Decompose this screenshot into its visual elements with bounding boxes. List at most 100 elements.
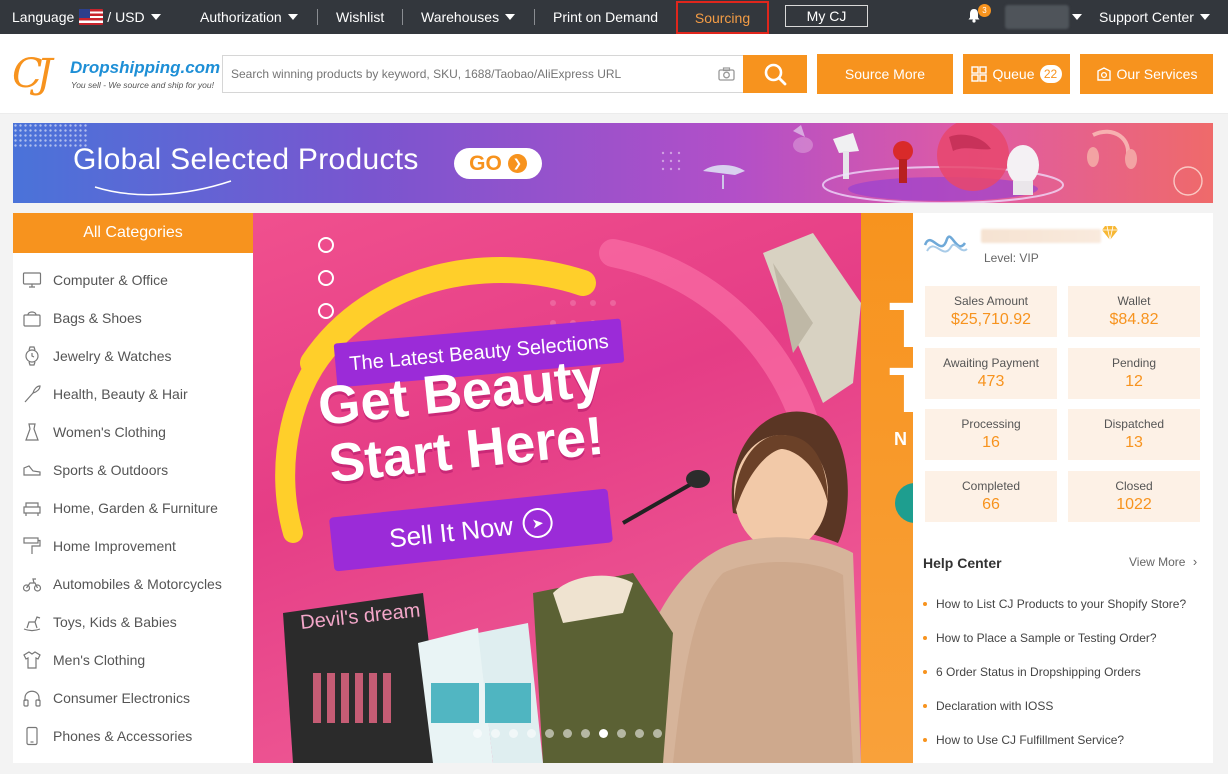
- sell-it-now-label: Sell It Now: [387, 510, 515, 554]
- promo-product-illustration: [661, 123, 1203, 203]
- divider: [317, 9, 318, 25]
- preview-text: T: [889, 354, 913, 426]
- stat-label: Completed: [961, 479, 1021, 493]
- category-item[interactable]: Toys, Kids & Babies: [13, 603, 253, 641]
- camera-icon[interactable]: [718, 67, 735, 81]
- carousel-dot[interactable]: [653, 729, 662, 738]
- help-article-link[interactable]: How to List CJ Products to your Shopify …: [923, 587, 1208, 621]
- warehouses-menu[interactable]: Warehouses: [421, 0, 516, 34]
- category-label: Phones & Accessories: [53, 728, 193, 744]
- stat-value: 13: [1125, 434, 1143, 451]
- category-label: Home, Garden & Furniture: [53, 500, 218, 516]
- my-cj-button[interactable]: My CJ: [785, 5, 868, 27]
- stat-sales-amount[interactable]: Sales Amount $25,710.92: [925, 286, 1057, 337]
- stat-wallet[interactable]: Wallet $84.82: [1068, 286, 1200, 337]
- category-item[interactable]: Home Improvement: [13, 527, 253, 565]
- category-label: Health, Beauty & Hair: [53, 386, 188, 402]
- rocking-horse-icon: [23, 616, 41, 632]
- chevron-down-icon: [1199, 14, 1210, 20]
- stat-value: $84.82: [1109, 311, 1159, 328]
- cj-dropshipping-logo[interactable]: CJ Dropshipping.com You sell - We source…: [12, 52, 220, 98]
- carousel-dot[interactable]: [635, 729, 644, 738]
- stat-value: 16: [982, 434, 1000, 451]
- category-label: Bags & Shoes: [53, 310, 142, 326]
- account-panel: Level: VIP Sales Amount $25,710.92 Walle…: [913, 213, 1213, 763]
- carousel-dot[interactable]: [563, 729, 572, 738]
- view-more-link[interactable]: View More ›: [1129, 554, 1197, 569]
- carousel-dot[interactable]: [617, 729, 626, 738]
- computer-icon: [22, 272, 42, 288]
- search-input[interactable]: [231, 56, 711, 92]
- bullet-icon: [923, 602, 927, 606]
- authorization-menu[interactable]: Authorization: [200, 0, 298, 34]
- next-slide-preview[interactable]: T T N: [861, 213, 913, 763]
- carousel-dot[interactable]: [599, 729, 608, 738]
- help-article-title: How to Use CJ Fulfillment Service?: [936, 733, 1125, 747]
- all-categories-header[interactable]: All Categories: [13, 213, 253, 253]
- carousel-dot[interactable]: [527, 729, 536, 738]
- category-list: Computer & Office Bags & Shoes Jewelry &…: [13, 253, 253, 755]
- category-label: Computer & Office: [53, 272, 168, 288]
- category-item[interactable]: Women's Clothing: [13, 413, 253, 451]
- brush-icon: [24, 385, 41, 403]
- sourcing-link[interactable]: Sourcing: [676, 1, 769, 34]
- chevron-down-icon: [150, 14, 161, 20]
- global-selected-products-banner[interactable]: Global Selected Products GO ❯: [13, 123, 1213, 203]
- category-item[interactable]: Home, Garden & Furniture: [13, 489, 253, 527]
- sneaker-icon: [23, 465, 41, 476]
- stat-label: Dispatched: [1103, 417, 1165, 431]
- source-more-button[interactable]: Source More: [817, 54, 953, 94]
- carousel-dot[interactable]: [581, 729, 590, 738]
- wishlist-link[interactable]: Wishlist: [336, 0, 384, 34]
- carousel-dot[interactable]: [491, 729, 500, 738]
- category-item[interactable]: Jewelry & Watches: [13, 337, 253, 375]
- stat-pending[interactable]: Pending 12: [1068, 348, 1200, 399]
- search-button[interactable]: [743, 55, 807, 93]
- help-article-link[interactable]: How to Place a Sample or Testing Order?: [923, 621, 1208, 655]
- carousel-dot[interactable]: [509, 729, 518, 738]
- category-item[interactable]: Men's Clothing: [13, 641, 253, 679]
- avatar[interactable]: [921, 225, 969, 265]
- help-article-link[interactable]: How to Use CJ Fulfillment Service?: [923, 723, 1208, 757]
- category-item[interactable]: Computer & Office: [13, 261, 253, 299]
- category-item[interactable]: Bags & Shoes: [13, 299, 253, 337]
- support-center-menu[interactable]: Support Center: [1099, 0, 1210, 34]
- help-center-title: Help Center: [923, 555, 1002, 571]
- language-currency-selector[interactable]: Language / USD: [12, 0, 161, 34]
- chevron-down-icon[interactable]: [1072, 14, 1082, 20]
- carousel-dot[interactable]: [473, 729, 482, 738]
- help-article-title: 6 Order Status in Dropshipping Orders: [936, 665, 1141, 679]
- stat-dispatched[interactable]: Dispatched 13: [1068, 409, 1200, 460]
- carousel-dot[interactable]: [545, 729, 554, 738]
- user-account-blurred[interactable]: [1005, 5, 1069, 29]
- stat-awaiting-payment[interactable]: Awaiting Payment 473: [925, 348, 1057, 399]
- headphones-icon: [23, 690, 41, 707]
- category-item[interactable]: Health, Beauty & Hair: [13, 375, 253, 413]
- preview-text: N: [894, 429, 907, 449]
- stat-completed[interactable]: Completed 66: [925, 471, 1057, 522]
- bullet-icon: [923, 670, 927, 674]
- queue-label: Queue: [992, 66, 1035, 82]
- help-article-title: Declaration with IOSS: [936, 699, 1054, 713]
- help-article-list: How to List CJ Products to your Shopify …: [923, 587, 1208, 757]
- stat-value: $25,710.92: [950, 311, 1032, 328]
- stat-processing[interactable]: Processing 16: [925, 409, 1057, 460]
- category-label: Toys, Kids & Babies: [53, 614, 177, 630]
- our-services-label: Our Services: [1116, 66, 1198, 82]
- stat-value: 473: [977, 373, 1005, 390]
- stat-closed[interactable]: Closed 1022: [1068, 471, 1200, 522]
- our-services-button[interactable]: Our Services: [1080, 54, 1213, 94]
- category-item[interactable]: Phones & Accessories: [13, 717, 253, 755]
- category-item[interactable]: Automobiles & Motorcycles: [13, 565, 253, 603]
- queue-button[interactable]: Queue 22: [963, 54, 1070, 94]
- sofa-icon: [23, 502, 41, 516]
- print-on-demand-link[interactable]: Print on Demand: [553, 0, 658, 34]
- category-item[interactable]: Consumer Electronics: [13, 679, 253, 717]
- help-article-link[interactable]: 6 Order Status in Dropshipping Orders: [923, 655, 1208, 689]
- bullet-icon: [923, 738, 927, 742]
- help-article-link[interactable]: Declaration with IOSS: [923, 689, 1208, 723]
- hero-carousel[interactable]: Devil's dream The Latest Beauty Selectio…: [253, 213, 861, 763]
- view-more-label: View More: [1129, 555, 1186, 569]
- go-button[interactable]: GO ❯: [454, 148, 542, 179]
- category-item[interactable]: Sports & Outdoors: [13, 451, 253, 489]
